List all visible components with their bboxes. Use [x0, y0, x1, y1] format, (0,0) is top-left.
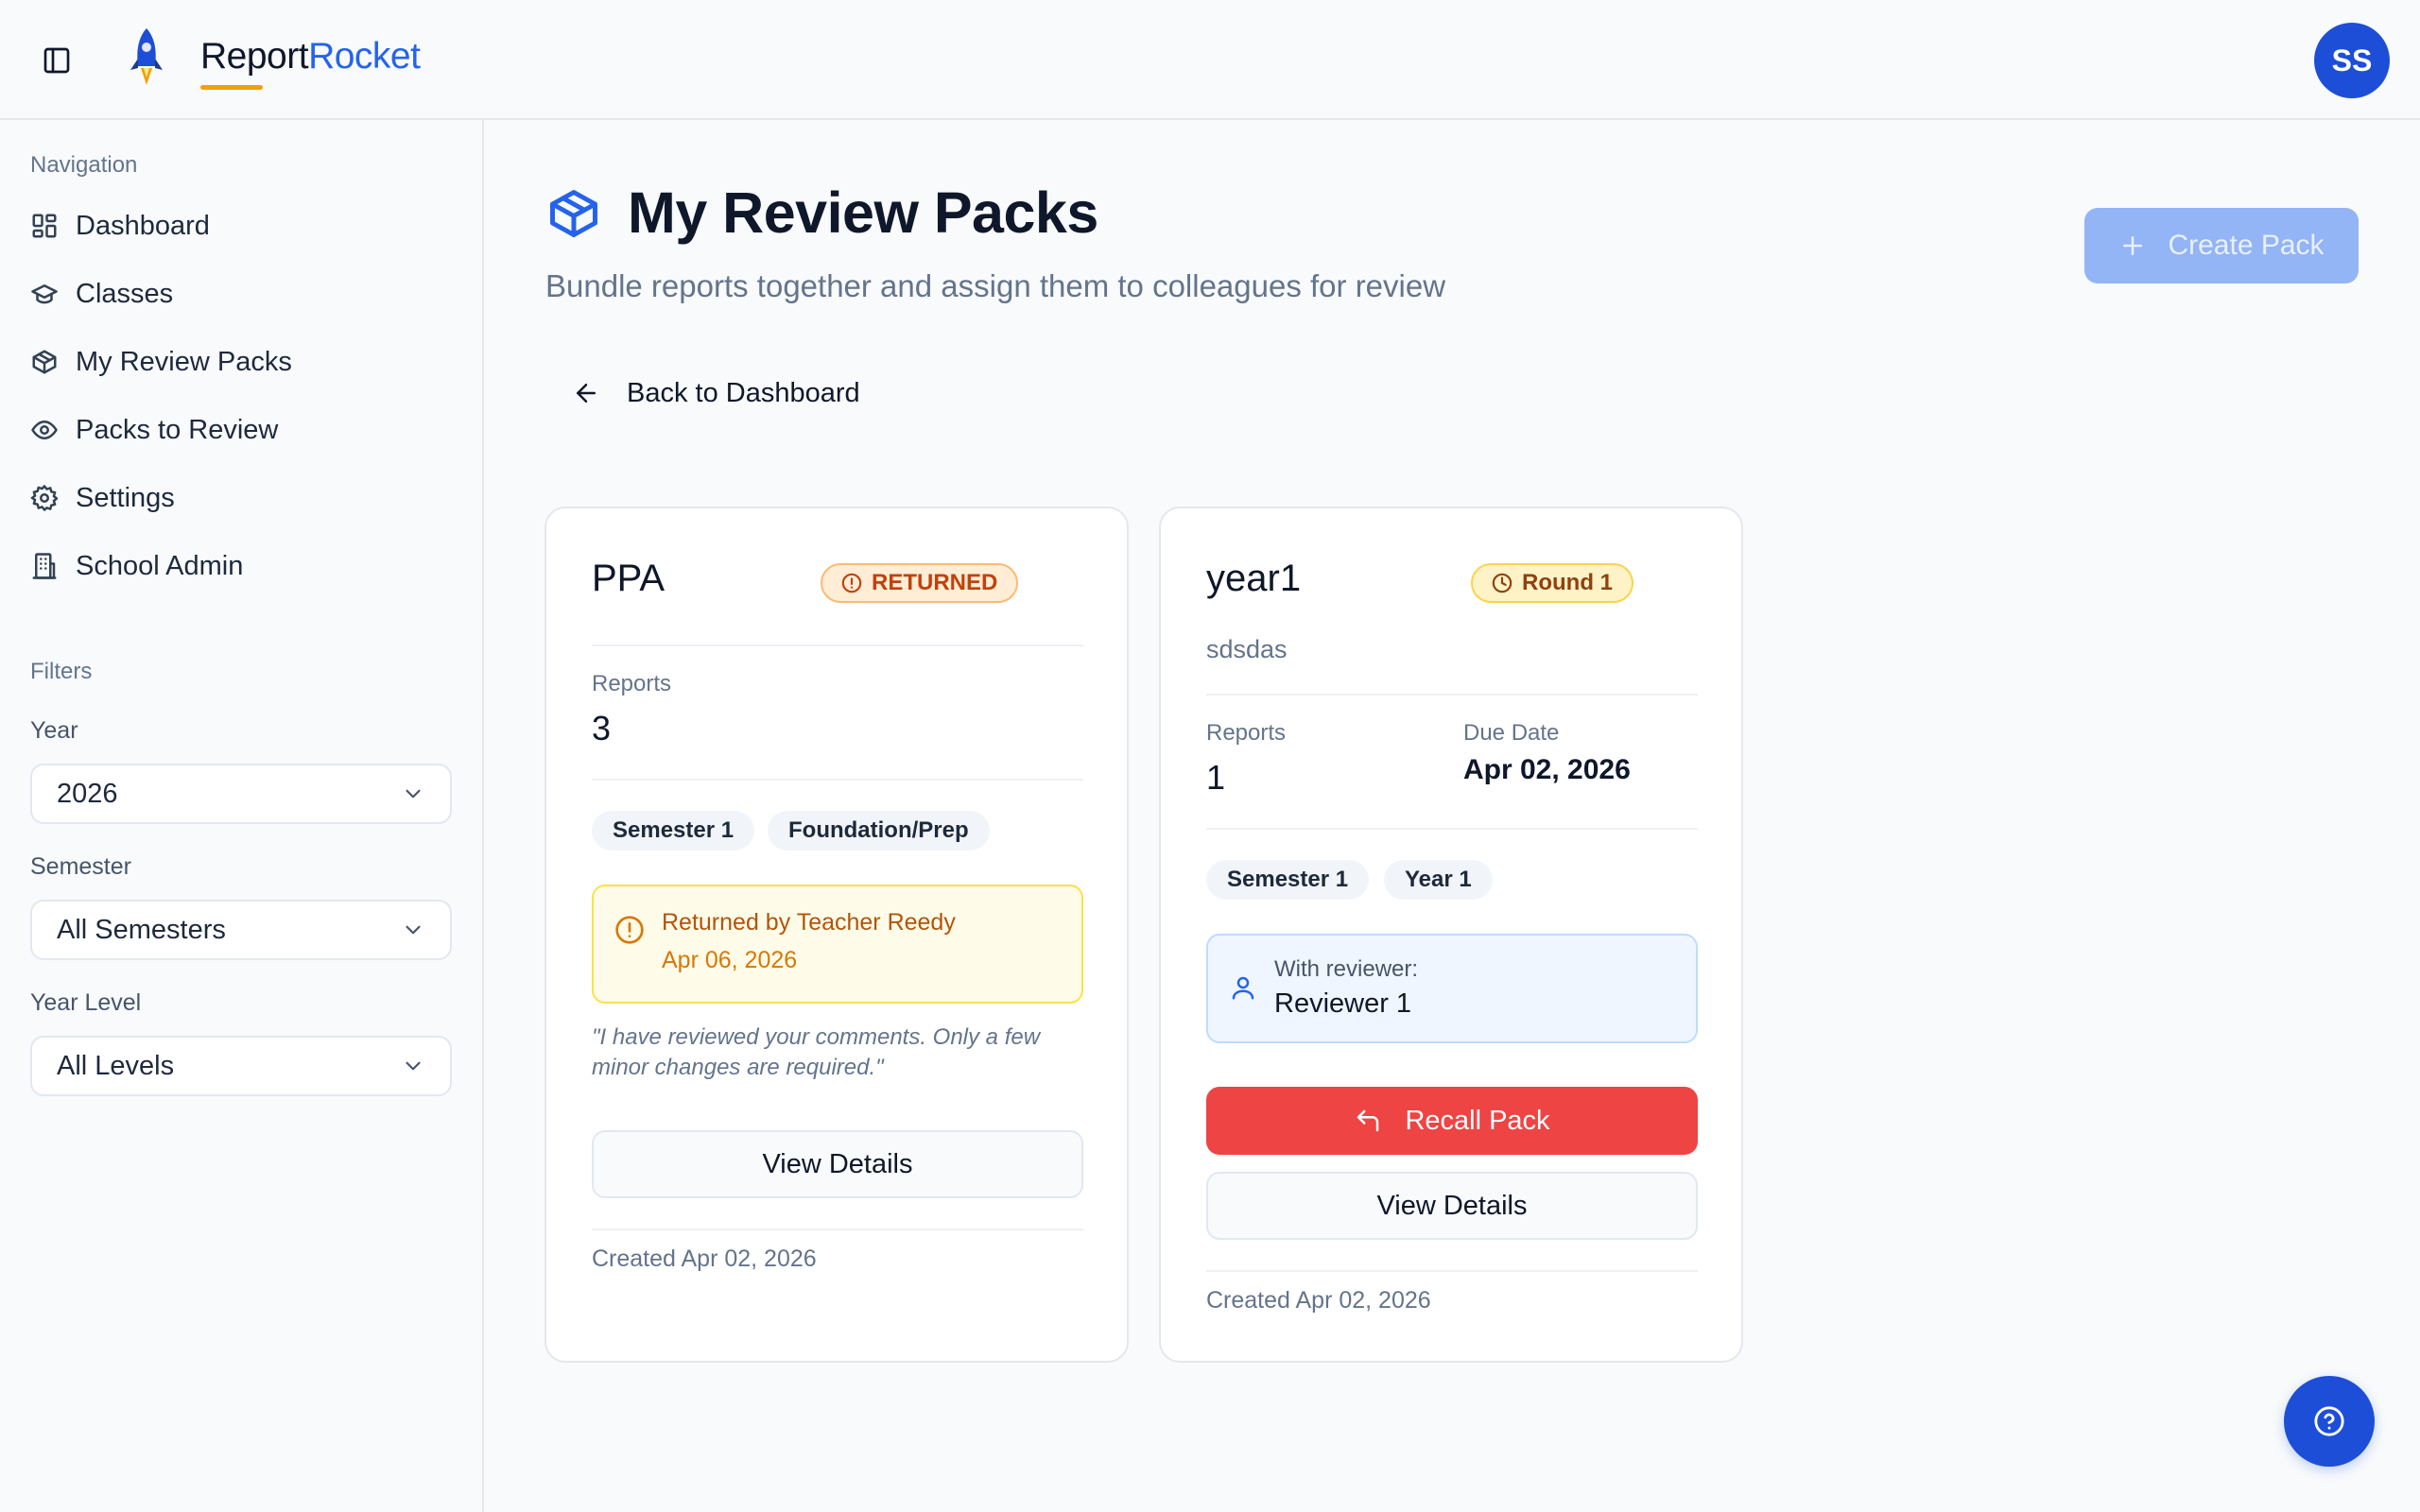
create-pack-button[interactable]: Create Pack: [2084, 208, 2359, 284]
nav-heading: Navigation: [30, 152, 138, 178]
divider: [1206, 1270, 1698, 1272]
reports-count: 3: [592, 709, 612, 747]
sidebar-item-label: Dashboard: [76, 210, 210, 241]
building-icon: [32, 553, 57, 579]
sidebar-item-label: School Admin: [76, 550, 244, 581]
gear-icon: [30, 485, 59, 511]
reviewer-comment: "I have reviewed your comments. Only a f…: [592, 1024, 1041, 1080]
alert-circle-icon: [841, 573, 862, 593]
package-icon: [550, 190, 597, 237]
status-badge: Round 1: [1471, 563, 1634, 603]
reports-label: Reports: [1206, 720, 1287, 746]
package-icon: [32, 350, 57, 374]
pack-description: sdsdas: [1206, 635, 1288, 663]
semester-select-value: All Semesters: [57, 914, 226, 945]
divider: [592, 644, 1083, 646]
divider: [592, 1228, 1083, 1230]
sidebar-item-label: Packs to Review: [76, 414, 279, 445]
back-to-dashboard-link[interactable]: Back to Dashboard: [572, 372, 860, 414]
help-circle-icon: [2314, 1406, 2344, 1436]
created-date: Created Apr 02, 2026: [592, 1246, 817, 1272]
chevron-down-icon: [406, 1061, 421, 1071]
created-date: Created Apr 02, 2026: [1206, 1287, 1431, 1314]
reviewer-name: Reviewer 1: [1274, 988, 1412, 1019]
reviewer-label: With reviewer:: [1274, 956, 1419, 982]
sidebar-item-packs-to-review[interactable]: Packs to Review: [30, 407, 446, 453]
alert-circle-icon: [615, 916, 644, 944]
create-pack-label: Create Pack: [2168, 230, 2325, 261]
sidebar: Navigation Dashboard Classes My Review P…: [0, 120, 484, 1512]
tag-chip: Semester 1: [592, 811, 755, 850]
returned-by-text: Returned by Teacher Reedy: [662, 909, 956, 936]
year-level-filter-label: Year Level: [30, 989, 142, 1016]
clock-icon: [1492, 573, 1512, 593]
year-level-select-value: All Levels: [57, 1050, 175, 1081]
chevron-down-icon: [406, 925, 421, 935]
undo-icon: [1357, 1109, 1379, 1132]
plus-icon: [2123, 236, 2143, 255]
filters-heading: Filters: [30, 659, 93, 684]
page-title: My Review Packs: [628, 180, 1098, 245]
due-date-value: Apr 02, 2026: [1463, 754, 1631, 785]
review-pack-card: year1 Round 1 sdsdas Reports 1 Due Date …: [1159, 507, 1743, 1363]
sidebar-item-my-review-packs[interactable]: My Review Packs: [30, 339, 446, 385]
review-pack-card: PPA RETURNED Reports 3 Semester 1 Founda…: [544, 507, 1129, 1363]
sidebar-toggle-icon: [43, 47, 70, 74]
year-filter-label: Year: [30, 717, 78, 744]
year-select-value: 2026: [57, 778, 118, 809]
recall-pack-button[interactable]: Recall Pack: [1206, 1087, 1698, 1155]
status-badge-label: Round 1: [1522, 570, 1613, 595]
reports-label: Reports: [592, 671, 672, 696]
sidebar-item-label: Classes: [76, 278, 174, 309]
help-button[interactable]: [2284, 1376, 2375, 1467]
divider: [592, 779, 1083, 781]
brand-name-part2: Rocket: [308, 36, 421, 77]
sidebar-item-classes[interactable]: Classes: [30, 271, 446, 317]
top-bar: ReportRocket SS: [0, 0, 2420, 120]
year-select[interactable]: 2026: [30, 764, 452, 824]
user-avatar[interactable]: SS: [2314, 23, 2390, 98]
divider: [1206, 828, 1698, 830]
pack-title: year1: [1206, 558, 1302, 599]
tag-chip: Semester 1: [1206, 860, 1370, 900]
sidebar-item-settings[interactable]: Settings: [30, 475, 446, 521]
dashboard-icon: [32, 214, 57, 238]
view-details-button[interactable]: View Details: [592, 1130, 1083, 1198]
tag-chip: Year 1: [1384, 860, 1493, 900]
status-badge: RETURNED: [821, 563, 1019, 603]
divider: [1206, 694, 1698, 696]
sidebar-item-label: My Review Packs: [76, 346, 292, 377]
sidebar-item-dashboard[interactable]: Dashboard: [30, 203, 446, 249]
due-date-label: Due Date: [1463, 720, 1560, 746]
sidebar-item-label: Settings: [76, 482, 175, 513]
year-level-select[interactable]: All Levels: [30, 1036, 452, 1096]
rocket-logo-icon: [130, 28, 163, 85]
graduation-cap-icon: [31, 284, 58, 304]
status-badge-label: RETURNED: [872, 570, 998, 595]
returned-notice: Returned by Teacher Reedy Apr 06, 2026: [592, 885, 1083, 1004]
sidebar-toggle-button[interactable]: [36, 43, 78, 78]
reviewer-info: With reviewer: Reviewer 1: [1206, 934, 1698, 1043]
view-details-button[interactable]: View Details: [1206, 1172, 1698, 1240]
brand-underline: [200, 85, 263, 90]
tag-chip: Foundation/Prep: [768, 811, 990, 850]
returned-date: Apr 06, 2026: [662, 947, 798, 973]
arrow-left-icon: [577, 384, 596, 403]
user-icon: [1232, 976, 1254, 1000]
chevron-down-icon: [406, 789, 421, 799]
sidebar-item-school-admin[interactable]: School Admin: [30, 543, 446, 589]
page-subtitle: Bundle reports together and assign them …: [545, 268, 1446, 303]
semester-select[interactable]: All Semesters: [30, 900, 452, 960]
brand-name-part1: Report: [200, 36, 309, 77]
reports-count: 1: [1206, 758, 1226, 797]
semester-filter-label: Semester: [30, 853, 131, 880]
eye-icon: [31, 421, 58, 439]
back-link-label: Back to Dashboard: [627, 377, 860, 408]
pack-title: PPA: [592, 558, 666, 599]
recall-pack-label: Recall Pack: [1405, 1105, 1550, 1136]
brand-name[interactable]: ReportRocket: [200, 36, 421, 77]
